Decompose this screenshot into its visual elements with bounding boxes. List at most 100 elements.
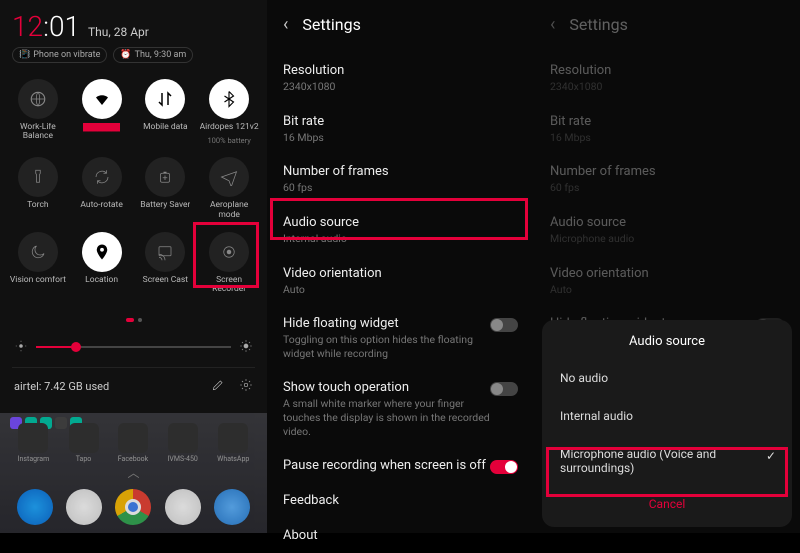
- tile-label: Airdopes 121v2: [200, 123, 259, 132]
- setting-title: Resolution: [283, 63, 518, 78]
- setting-title: Pause recording when screen is off: [283, 458, 518, 473]
- battery-icon: [145, 157, 185, 197]
- tile-label: Screen Recorder: [199, 276, 259, 295]
- divider: [12, 367, 255, 368]
- cancel-button[interactable]: Cancel: [542, 487, 792, 521]
- setting-pause-screen-off[interactable]: Pause recording when screen is off: [283, 448, 518, 483]
- setting-sub: Auto: [283, 283, 493, 297]
- setting-about[interactable]: About: [283, 518, 518, 553]
- clock-hour: 12: [12, 10, 43, 43]
- toggle[interactable]: [490, 460, 518, 474]
- pager-dots: [0, 303, 267, 330]
- camera-app-icon[interactable]: [165, 489, 201, 525]
- setting-sub: Toggling on this option hides the floati…: [283, 333, 493, 360]
- audio-source-dialog: Audio source No audio Internal audio Mic…: [542, 320, 792, 527]
- settings-header: ‹ Settings: [267, 0, 534, 53]
- folder-tapo[interactable]: Tapo: [69, 423, 99, 463]
- edit-icon[interactable]: [211, 378, 225, 395]
- torch-icon: [18, 157, 58, 197]
- settings-list: Resolution 2340x1080 Bit rate 16 Mbps Nu…: [267, 53, 534, 553]
- phone-app-icon[interactable]: [17, 489, 53, 525]
- header-title: Settings: [569, 15, 627, 34]
- setting-sub: A small white marker where your finger t…: [283, 397, 493, 438]
- tile-label-redacted: ████████: [83, 123, 120, 132]
- tile-auto-rotate[interactable]: Auto-rotate: [70, 153, 134, 224]
- setting-sub: 16 Mbps: [550, 131, 760, 145]
- folder-facebook[interactable]: Facebook: [118, 423, 148, 463]
- folder-instagram[interactable]: Instagram: [18, 423, 50, 463]
- setting-title: Video orientation: [283, 266, 518, 281]
- setting-feedback[interactable]: Feedback: [283, 483, 518, 518]
- settings-panel-with-dialog: ‹ Settings Resolution 2340x1080 Bit rate…: [534, 0, 800, 533]
- setting-title: Audio source: [550, 215, 784, 230]
- alarm-chip[interactable]: ⏰ Thu, 9:30 am: [113, 47, 193, 63]
- tile-aeroplane[interactable]: Aeroplane mode: [197, 153, 261, 224]
- chrome-app-icon[interactable]: [115, 489, 151, 525]
- toggle[interactable]: [490, 318, 518, 332]
- setting-resolution[interactable]: Resolution 2340x1080: [283, 53, 518, 104]
- setting-title: Video orientation: [550, 266, 784, 281]
- option-microphone-audio[interactable]: Microphone audio (Voice and surroundings…: [542, 435, 792, 487]
- setting-title: Bit rate: [283, 114, 518, 129]
- wifi-icon: [82, 79, 122, 119]
- tile-label: Mobile data: [143, 123, 188, 132]
- setting-sub: 2340x1080: [550, 80, 760, 94]
- tile-screen-cast[interactable]: Screen Cast: [134, 228, 198, 299]
- option-no-audio[interactable]: No audio: [542, 359, 792, 397]
- setting-hide-widget[interactable]: Hide floating widget Toggling on this op…: [283, 306, 518, 370]
- tile-bluetooth[interactable]: Airdopes 121v2 100% battery: [197, 75, 261, 149]
- setting-sub: Internal audio: [283, 232, 493, 246]
- settings-header: ‹ Settings: [534, 0, 800, 53]
- setting-title: About: [283, 528, 518, 543]
- folder-ivms[interactable]: IVMS-450: [167, 423, 197, 463]
- setting-title: Hide floating widget: [283, 316, 518, 331]
- tile-wifi[interactable]: ████████: [70, 75, 134, 149]
- setting-show-touch[interactable]: Show touch operation A small white marke…: [283, 370, 518, 448]
- settings-panel: ‹ Settings Resolution 2340x1080 Bit rate…: [267, 0, 534, 533]
- data-usage-row: airtel: 7.42 GB used: [0, 370, 267, 403]
- messages-app-icon[interactable]: [66, 489, 102, 525]
- tile-vision-comfort[interactable]: Vision comfort: [6, 228, 70, 299]
- setting-resolution: Resolution 2340x1080: [550, 53, 784, 104]
- setting-audio-source[interactable]: Audio source Internal audio: [283, 205, 518, 256]
- back-icon[interactable]: ‹: [283, 14, 288, 35]
- setting-orientation[interactable]: Video orientation Auto: [283, 256, 518, 307]
- clock-min: :01: [43, 10, 80, 43]
- folder-label: WhatsApp: [217, 455, 249, 463]
- gear-icon[interactable]: [239, 378, 253, 395]
- data-icon: [145, 79, 185, 119]
- browser-app-icon[interactable]: [214, 489, 250, 525]
- tile-torch[interactable]: Torch: [6, 153, 70, 224]
- tile-mobile-data[interactable]: Mobile data: [134, 75, 198, 149]
- bluetooth-icon: [209, 79, 249, 119]
- back-icon[interactable]: ‹: [550, 14, 555, 35]
- check-icon: ✓: [766, 449, 776, 463]
- dimmed-background: ‹ Settings Resolution 2340x1080 Bit rate…: [534, 0, 800, 370]
- setting-title: Show touch operation: [283, 380, 518, 395]
- chevron-up-icon[interactable]: ︿: [127, 464, 139, 481]
- folder-whatsapp[interactable]: WhatsApp: [217, 423, 249, 463]
- setting-frames[interactable]: Number of frames 60 fps: [283, 154, 518, 205]
- rotate-icon: [82, 157, 122, 197]
- setting-title: Bit rate: [550, 114, 784, 129]
- tile-screen-recorder[interactable]: Screen Recorder: [197, 228, 261, 299]
- folder-label: Facebook: [118, 455, 148, 463]
- slider-track[interactable]: [36, 346, 231, 348]
- alarm-chip-label: Thu, 9:30 am: [135, 50, 187, 60]
- tile-work-life[interactable]: Work-Life Balance: [6, 75, 70, 149]
- vibrate-chip-label: Phone on vibrate: [33, 50, 100, 60]
- tile-label: Screen Cast: [143, 276, 188, 285]
- setting-bitrate[interactable]: Bit rate 16 Mbps: [283, 104, 518, 155]
- tile-battery-saver[interactable]: Battery Saver: [134, 153, 198, 224]
- tile-label: Location: [85, 276, 118, 285]
- tile-location[interactable]: Location: [70, 228, 134, 299]
- vibrate-chip[interactable]: 📳 Phone on vibrate: [12, 47, 107, 63]
- alarm-icon: ⏰: [120, 50, 131, 60]
- clock: 12:01: [12, 10, 80, 43]
- app-folder-row: Instagram Tapo Facebook IVMS-450 WhatsAp…: [0, 423, 267, 463]
- tile-label: Vision comfort: [10, 276, 66, 285]
- option-internal-audio[interactable]: Internal audio: [542, 397, 792, 435]
- cast-icon: [145, 232, 185, 272]
- brightness-slider[interactable]: [0, 330, 267, 365]
- toggle[interactable]: [490, 382, 518, 396]
